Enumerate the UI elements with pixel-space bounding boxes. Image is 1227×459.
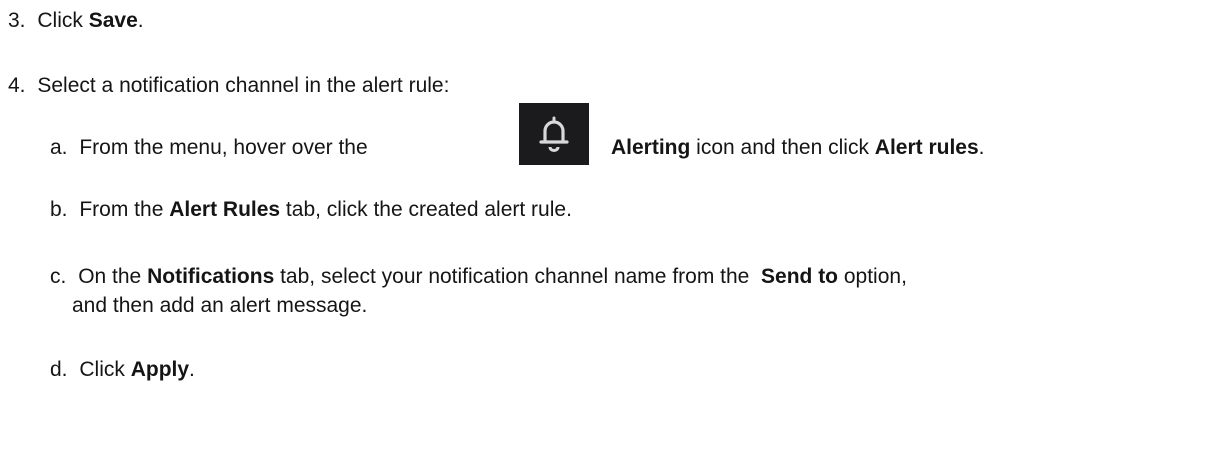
step-number: 4. bbox=[8, 74, 26, 97]
substep-d: d. Click Apply. bbox=[50, 356, 195, 383]
substep-text-end: . bbox=[189, 358, 195, 381]
substep-c-line2: and then add an alert message. bbox=[72, 292, 367, 319]
substep-text-end: . bbox=[978, 136, 985, 159]
step-text-end: . bbox=[137, 9, 144, 32]
alerting-label: Alerting bbox=[611, 136, 691, 159]
substep-text: From the menu, hover over the bbox=[79, 136, 368, 159]
alerting-icon-image bbox=[519, 103, 589, 165]
substep-text-mid: tab, select your notification channel na… bbox=[274, 265, 762, 288]
alert-rules-label: Alert rules bbox=[874, 136, 979, 159]
substep-text: On the bbox=[78, 265, 148, 288]
substep-b: b. From the Alert Rules tab, click the c… bbox=[50, 196, 572, 223]
alert-rules-tab-label: Alert Rules bbox=[169, 198, 281, 221]
substep-c: c. On the Notifications tab, select your… bbox=[50, 263, 907, 290]
step-text: Select a notification channel in the ale… bbox=[37, 74, 450, 97]
substep-text-end: option, bbox=[838, 265, 907, 288]
substep-text-mid: icon and then click bbox=[690, 136, 875, 159]
substep-text-end: tab, click the created alert rule. bbox=[280, 198, 572, 221]
substep-letter: a. bbox=[50, 136, 68, 159]
bell-icon bbox=[539, 116, 569, 152]
substep-letter: d. bbox=[50, 358, 68, 381]
substep-a: a. From the menu, hover over the bbox=[50, 134, 368, 161]
step-4: 4. Select a notification channel in the … bbox=[8, 72, 449, 99]
substep-letter: b. bbox=[50, 198, 68, 221]
substep-text-line2: and then add an alert message. bbox=[72, 294, 368, 317]
step-number: 3. bbox=[8, 9, 26, 32]
step-3: 3. Click Save. bbox=[8, 7, 144, 34]
substep-a-continued: Alerting icon and then click Alert rules… bbox=[611, 134, 985, 161]
substep-letter: c. bbox=[50, 265, 67, 288]
send-to-label: Send to bbox=[761, 265, 839, 288]
save-label: Save bbox=[88, 9, 138, 32]
apply-label: Apply bbox=[130, 358, 190, 381]
notifications-tab-label: Notifications bbox=[147, 265, 275, 288]
substep-text: Click bbox=[79, 358, 131, 381]
step-text: Click bbox=[37, 9, 89, 32]
substep-text: From the bbox=[79, 198, 170, 221]
